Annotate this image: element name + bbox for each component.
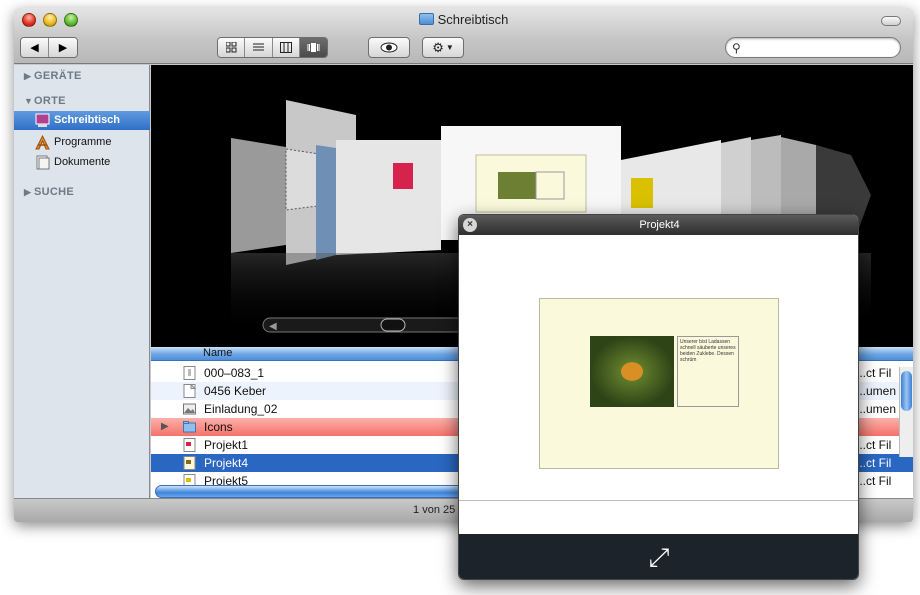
search-field[interactable]: ⚲	[725, 37, 901, 58]
back-forward-control: ◀ ▶	[20, 37, 78, 58]
sidebar-item-programme[interactable]: Programme	[14, 133, 150, 152]
section-label: GERÄTE	[34, 70, 82, 82]
sidebar-section-devices[interactable]: ▶ GERÄTE	[24, 70, 82, 82]
quicklook-button[interactable]	[368, 37, 410, 58]
window-title: Schreibtisch	[14, 12, 913, 27]
gear-icon: ⚙	[432, 39, 444, 55]
file-name: Einladung_02	[204, 402, 278, 416]
column-header-label: Name	[203, 347, 233, 359]
vertical-scrollbar[interactable]	[899, 367, 913, 457]
window-title-text: Schreibtisch	[437, 12, 509, 27]
quicklook-panel: × Projekt4 Unserer bist Ladassen schnell…	[458, 214, 859, 580]
documents-icon	[36, 155, 50, 170]
cover-left-1-swatch	[393, 163, 413, 189]
document-icon	[183, 384, 196, 398]
file-kind: ...ct Fil	[856, 474, 892, 485]
butterfly-photo	[590, 336, 674, 407]
section-label: SUCHE	[34, 186, 75, 198]
title-bar[interactable]: Schreibtisch ◀ ▶ ⚙ ▼ ⚲	[14, 8, 913, 64]
icon-view-icon	[225, 42, 237, 53]
cover-left-1[interactable]	[336, 140, 441, 255]
folder-icon	[183, 421, 196, 433]
cover-right-1-swatch	[631, 178, 653, 208]
cover-left-4[interactable]	[231, 138, 286, 253]
file-name: Projekt4	[204, 456, 249, 470]
disclosure-triangle-icon[interactable]: ▶	[24, 187, 34, 198]
section-label: ORTE	[34, 95, 66, 107]
file-name: 0456 Keber	[204, 384, 267, 398]
folder-icon	[418, 13, 434, 25]
file-name: Projekt1	[204, 438, 249, 452]
file-name: 000–083_1	[204, 366, 265, 380]
toolbar-toggle-button[interactable]	[881, 16, 901, 26]
sidebar-item-label: Programme	[54, 136, 112, 148]
quicklook-preview: Unserer bist Ladassen schnell säuberte u…	[459, 235, 858, 548]
sidebar-item-schreibtisch[interactable]: Schreibtisch	[14, 111, 150, 130]
coverflow-view-icon	[307, 43, 320, 52]
eye-icon	[380, 42, 398, 53]
vertical-scroll-thumb[interactable]	[901, 371, 912, 411]
coverflow-scroll-thumb[interactable]	[380, 318, 406, 332]
disclosure-triangle-icon[interactable]: ▼	[24, 96, 34, 106]
project-file-icon	[183, 474, 196, 485]
image-file-icon	[183, 403, 196, 415]
disclosure-triangle-icon[interactable]: ▶	[161, 418, 169, 436]
desktop-icon	[35, 113, 50, 127]
column-view-icon	[279, 42, 292, 53]
list-view-button[interactable]	[245, 38, 273, 57]
sidebar: ▶ GERÄTE ▼ORTE Schreibtisch Programme Dok…	[14, 65, 150, 498]
quicklook-title: Projekt4	[639, 219, 680, 231]
list-view-icon	[252, 43, 264, 51]
chevron-down-icon: ▼	[445, 43, 454, 52]
back-button[interactable]: ◀	[21, 38, 49, 57]
file-name: Icons	[204, 420, 233, 434]
horizontal-scrollbar[interactable]	[155, 485, 473, 498]
coverflow-scroll-left-icon[interactable]: ◀	[269, 321, 277, 332]
icon-view-button[interactable]	[218, 38, 246, 57]
search-icon: ⚲	[732, 41, 741, 55]
column-view-button[interactable]	[272, 38, 300, 57]
document-preview: Unserer bist Ladassen schnell säuberte u…	[539, 298, 779, 469]
preview-text-box: Unserer bist Ladassen schnell säuberte u…	[677, 336, 739, 407]
forward-button[interactable]: ▶	[49, 38, 77, 57]
disclosure-triangle-icon[interactable]: ▶	[24, 71, 34, 82]
sidebar-section-search[interactable]: ▶ SUCHE	[24, 186, 74, 198]
sidebar-section-places[interactable]: ▼ORTE	[24, 95, 66, 107]
search-input[interactable]	[748, 40, 896, 55]
applications-icon	[35, 135, 50, 150]
file-name: Projekt5	[204, 474, 249, 485]
cover-center-photo	[498, 172, 536, 199]
action-menu-button[interactable]: ⚙ ▼	[422, 37, 464, 58]
expand-icon[interactable]: ⤢	[643, 543, 675, 571]
close-icon[interactable]: ×	[463, 218, 477, 232]
view-mode-control	[217, 37, 328, 58]
quicklook-controls: ⤢	[459, 534, 858, 579]
project-file-icon	[183, 438, 196, 452]
quicklook-title-bar[interactable]: × Projekt4	[459, 215, 858, 235]
sidebar-item-dokumente[interactable]: Dokumente	[14, 153, 150, 172]
coverflow-view-button[interactable]	[299, 38, 327, 57]
sidebar-item-label: Dokumente	[54, 156, 111, 168]
sidebar-item-label: Schreibtisch	[54, 114, 121, 126]
divider	[459, 500, 858, 501]
project-file-icon	[183, 456, 196, 470]
file-icon	[183, 366, 196, 380]
